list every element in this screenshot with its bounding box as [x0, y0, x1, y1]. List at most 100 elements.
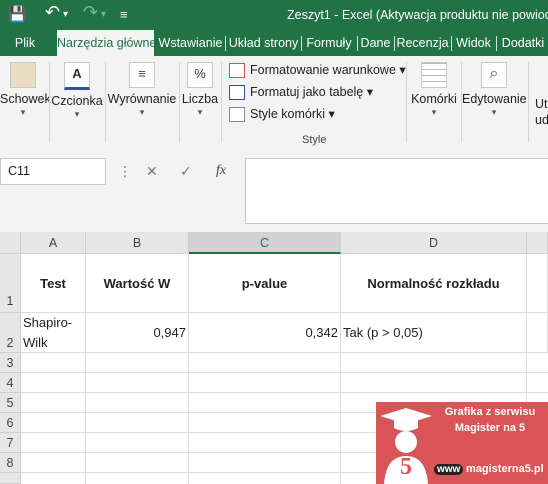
ribbon: Schowek ▾ A Czcionka ▾ ≡ Wyrównanie ▾ % …: [0, 56, 548, 152]
cell-d1[interactable]: Normalność rozkładu: [341, 254, 527, 313]
clipboard-button[interactable]: Schowek ▾: [0, 62, 51, 118]
tab-separator: [225, 36, 226, 51]
customize-toolbar-icon[interactable]: ≡: [120, 7, 128, 22]
cell-c2[interactable]: 0,342: [189, 313, 341, 353]
tab-separator: [451, 36, 452, 51]
tab-dane[interactable]: Dane: [359, 30, 392, 56]
chevron-down-icon: ▾: [491, 107, 497, 117]
cell-c1[interactable]: p-value: [189, 254, 341, 313]
extra-button[interactable]: Ut ud: [535, 96, 548, 128]
row-header-3[interactable]: 3: [0, 353, 21, 373]
row-header-6[interactable]: 6: [0, 413, 21, 433]
title-bar: 💾 ↶ ▾ ↷ ▾ ≡ Zeszyt1 - Excel (Aktywacja p…: [0, 0, 548, 30]
style-group-label: Style: [302, 134, 327, 146]
format-as-table-button[interactable]: Formatuj jako tabelę ▾: [229, 82, 373, 102]
cell-b1[interactable]: Wartość W: [86, 254, 189, 313]
conditional-formatting-label: Formatowanie warunkowe ▾: [250, 63, 406, 77]
redo-menu-icon: ▾: [101, 9, 107, 20]
cell-styles-icon: [229, 107, 245, 123]
ribbon-separator: [221, 62, 222, 142]
watermark-line-1: Grafika z serwisu: [444, 406, 536, 418]
undo-menu-icon[interactable]: ▾: [63, 9, 68, 20]
enter-icon[interactable]: ✓: [180, 163, 192, 180]
select-all-corner[interactable]: [0, 232, 21, 254]
cancel-icon[interactable]: ✕: [146, 163, 158, 180]
column-header-e[interactable]: [527, 232, 548, 254]
tab-recenzja[interactable]: Recenzja: [396, 30, 449, 56]
tab-widok[interactable]: Widok: [453, 30, 494, 56]
ribbon-separator: [406, 62, 407, 142]
watermark-digit: 5: [400, 454, 412, 480]
ribbon-separator: [528, 62, 529, 142]
row-header-2[interactable]: 2: [0, 313, 21, 353]
tab-separator: [357, 36, 358, 51]
watermark-url: magisterna5.pl: [466, 463, 544, 475]
tab-wstawianie[interactable]: Wstawianie: [156, 30, 225, 56]
cell-styles-label: Style komórki ▾: [250, 107, 335, 121]
tab-plik[interactable]: Plik: [6, 30, 44, 56]
alignment-button[interactable]: ≡ Wyrównanie ▾: [107, 62, 177, 118]
column-header-d[interactable]: D: [341, 232, 527, 254]
row-header-9[interactable]: [0, 473, 21, 484]
watermark-www: www: [434, 464, 464, 475]
alignment-label: Wyrównanie: [107, 92, 177, 106]
tab-separator: [394, 36, 395, 51]
formula-input[interactable]: [245, 158, 548, 224]
extra-label-2: ud: [535, 113, 548, 127]
search-icon: ⌕: [481, 62, 507, 88]
conditional-formatting-icon: [229, 63, 245, 79]
cell-a1[interactable]: Test: [21, 254, 86, 313]
redo-icon: ↷: [83, 2, 99, 22]
row-header-5[interactable]: 5: [0, 393, 21, 413]
number-label: Liczba: [181, 92, 219, 106]
editing-label: Edytowanie: [462, 92, 527, 106]
number-button[interactable]: % Liczba ▾: [181, 62, 219, 118]
cell-a2[interactable]: Shapiro-Wilk: [21, 313, 86, 353]
column-header-a[interactable]: A: [21, 232, 86, 254]
watermark-badge: 5 Grafika z serwisu Magister na 5 www ma…: [376, 402, 548, 484]
insert-function-icon[interactable]: fx: [216, 163, 226, 179]
ribbon-separator: [105, 62, 106, 142]
font-icon: A: [64, 62, 90, 90]
tab-uklad-strony[interactable]: Układ strony: [228, 30, 299, 56]
conditional-formatting-button[interactable]: Formatowanie warunkowe ▾: [229, 60, 406, 80]
cell-e2[interactable]: [527, 313, 548, 353]
tab-narzedzia-glowne[interactable]: Narzędzia główne: [57, 30, 156, 56]
clipboard-label: Schowek: [0, 92, 51, 106]
row-header-4[interactable]: 4: [0, 373, 21, 393]
more-icon: ⋮: [118, 163, 132, 179]
cells-icon: [421, 62, 447, 88]
format-as-table-label: Formatuj jako tabelę ▾: [250, 85, 373, 99]
ribbon-separator: [49, 62, 50, 142]
ribbon-tabs: Plik Narzędzia główne Wstawianie Układ s…: [0, 30, 548, 56]
chevron-down-icon: ▾: [431, 107, 437, 117]
cell-styles-button[interactable]: Style komórki ▾: [229, 104, 335, 124]
watermark-line-2: Magister na 5: [454, 422, 526, 434]
cell-e1[interactable]: [527, 254, 548, 313]
undo-icon[interactable]: ↶: [45, 2, 60, 23]
tab-dodatki[interactable]: Dodatki: [498, 30, 548, 56]
table-icon: [229, 85, 245, 101]
window-title: Zeszyt1 - Excel (Aktywacja produktu nie …: [287, 8, 548, 22]
chevron-down-icon: ▾: [139, 107, 145, 117]
name-box[interactable]: C11: [0, 158, 106, 185]
cells-label: Komórki: [411, 92, 457, 106]
cell-b2[interactable]: 0,947: [86, 313, 189, 353]
font-button[interactable]: A Czcionka ▾: [51, 62, 103, 120]
extra-label-1: Ut: [535, 97, 548, 111]
row-header-7[interactable]: 7: [0, 433, 21, 453]
tab-formuly[interactable]: Formuły: [303, 30, 355, 56]
row-header-8[interactable]: 8: [0, 453, 21, 473]
align-icon: ≡: [129, 62, 155, 88]
save-icon[interactable]: 💾: [8, 5, 27, 23]
percent-icon: %: [187, 62, 213, 88]
ribbon-separator: [179, 62, 180, 142]
tab-separator: [301, 36, 302, 51]
cell-d2[interactable]: Tak (p > 0,05): [341, 313, 527, 353]
column-header-c[interactable]: C: [189, 232, 341, 254]
chevron-down-icon: ▾: [197, 107, 203, 117]
editing-button[interactable]: ⌕ Edytowanie ▾: [462, 62, 527, 118]
row-header-1[interactable]: 1: [0, 254, 21, 313]
cells-button[interactable]: Komórki ▾: [409, 62, 459, 118]
column-header-b[interactable]: B: [86, 232, 189, 254]
